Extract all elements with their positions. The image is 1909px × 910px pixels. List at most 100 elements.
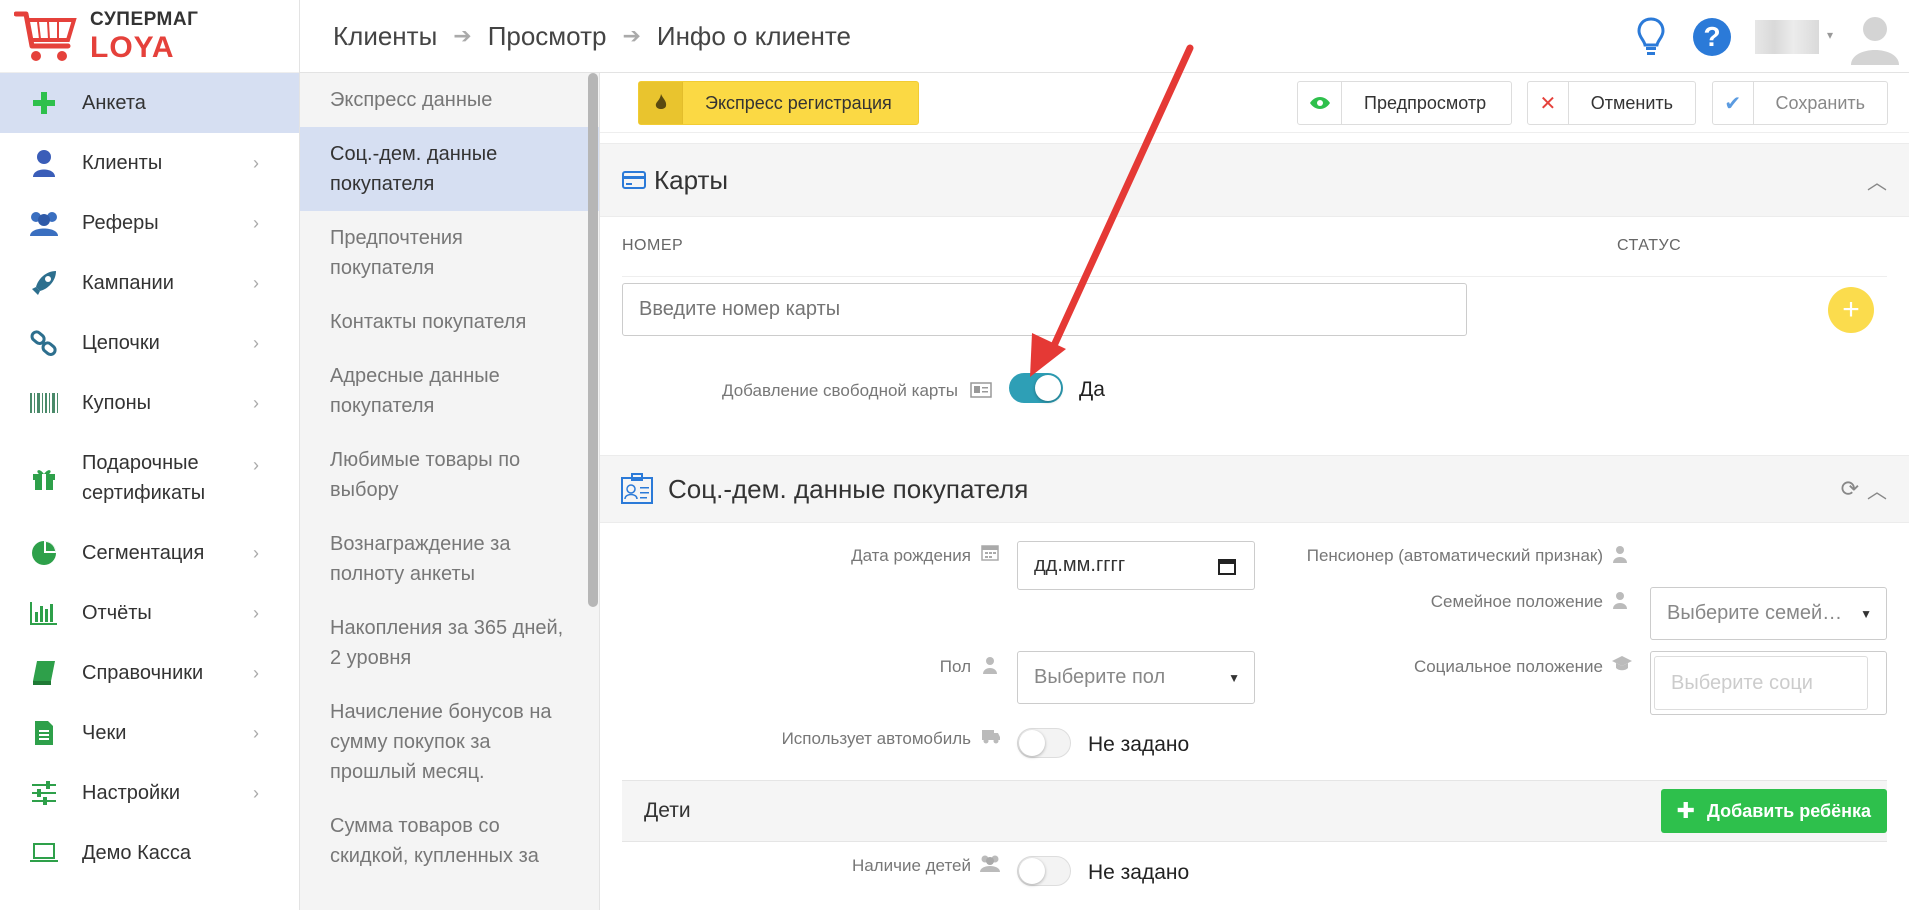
top-header: Клиенты ➔ Просмотр ➔ Инфо о клиенте ?: [300, 0, 1909, 73]
cards-section-header[interactable]: Карты ︿: [600, 143, 1909, 217]
preview-button[interactable]: Предпросмотр: [1297, 81, 1512, 125]
sidebar-item-demo-cash[interactable]: Демо Касса: [0, 823, 299, 883]
sidebar-item-segmentation[interactable]: Сегментация ›: [0, 523, 299, 583]
section-nav-item[interactable]: Контакты покупателя: [300, 295, 599, 349]
refresh-icon[interactable]: ⟳: [1841, 476, 1859, 502]
section-nav-item[interactable]: Предпочтения покупателя: [300, 211, 599, 295]
sidebar-item-campaigns[interactable]: Кампании ›: [0, 253, 299, 313]
lightbulb-icon[interactable]: [1637, 16, 1665, 58]
family-status-label: Семейное положение: [1430, 592, 1603, 611]
cancel-button[interactable]: ✕ Отменить: [1527, 81, 1696, 125]
laptop-icon: [28, 837, 60, 869]
cards-section-title: Карты: [654, 164, 729, 195]
logo-line2: LOYA: [90, 30, 175, 64]
section-nav-item[interactable]: Экспресс данные: [300, 73, 599, 127]
uses-car-value: Не задано: [1088, 733, 1190, 756]
section-nav-item[interactable]: Сумма товаров со скидкой, купленных за: [300, 799, 599, 883]
section-nav-item[interactable]: Начисление бонусов на сумму покупок за п…: [300, 685, 599, 799]
social-status-inner-input[interactable]: Выберите соци: [1654, 656, 1868, 710]
chevron-up-icon[interactable]: ︿: [1867, 475, 1887, 504]
section-nav-item[interactable]: Адресные данные покупателя: [300, 349, 599, 433]
sidebar-item-coupons[interactable]: Купоны ›: [0, 373, 299, 433]
sidebar-item-label: Кампании: [82, 272, 174, 294]
scrollbar[interactable]: [588, 73, 598, 607]
calendar-picker-icon[interactable]: [1218, 557, 1236, 575]
birth-date-input[interactable]: дд.мм.гггг: [1017, 541, 1255, 590]
uses-car-label: Использует автомобиль: [781, 729, 971, 748]
section-nav-item[interactable]: Накопления за 365 дней, 2 уровня: [300, 601, 599, 685]
breadcrumb-item-view[interactable]: Просмотр: [488, 21, 607, 52]
sidebar-item-referrers[interactable]: Реферы ›: [0, 193, 299, 253]
sidebar-item-label: Подарочные сертификаты: [82, 452, 206, 504]
rocket-icon: [28, 267, 60, 299]
user-icon: [1613, 545, 1627, 568]
section-nav-item[interactable]: Вознаграждение за полноту анкеты: [300, 517, 599, 601]
family-status-select[interactable]: Выберите семей… ▼: [1650, 587, 1887, 640]
free-card-toggle[interactable]: [1009, 373, 1063, 403]
caret-down-icon: ▼: [1228, 670, 1240, 685]
add-card-button[interactable]: +: [1828, 287, 1874, 333]
gender-select[interactable]: Выберите пол ▼: [1017, 651, 1255, 704]
express-registration-button[interactable]: Экспресс регистрация: [638, 81, 919, 125]
sidebar-item-label: Отчёты: [82, 602, 152, 624]
barcode-icon: [28, 387, 60, 419]
chevron-right-icon: ›: [253, 542, 259, 563]
section-nav: Экспресс данные Соц.-дем. данные покупат…: [300, 73, 600, 910]
book-icon: [28, 657, 60, 689]
chevron-right-icon: ›: [253, 455, 259, 475]
chevron-right-icon: ›: [253, 662, 259, 683]
caret-down-icon: ▼: [1860, 606, 1872, 621]
sliders-icon: [28, 777, 60, 809]
help-icon[interactable]: ?: [1693, 17, 1731, 56]
user-icon: [983, 656, 997, 679]
col-number: НОМЕР: [622, 237, 684, 254]
sidebar-item-receipts[interactable]: Чеки ›: [0, 703, 299, 763]
sidebar-item-label: Цепочки: [82, 332, 160, 354]
save-button[interactable]: ✔ Сохранить: [1712, 81, 1888, 125]
pie-chart-icon: [28, 537, 60, 569]
add-child-button[interactable]: ✚ Добавить ребёнка: [1660, 789, 1887, 833]
sidebar-item-anketa[interactable]: Анкета: [0, 73, 299, 133]
social-status-select[interactable]: Выберите соци: [1650, 651, 1887, 715]
sidebar-item-clients[interactable]: Клиенты ›: [0, 133, 299, 193]
receipt-icon: [28, 717, 60, 749]
user-icon: [1613, 591, 1627, 614]
logo-line1: СУПЕРМАГ: [90, 8, 199, 30]
uses-car-toggle[interactable]: [1017, 728, 1071, 758]
chevron-right-icon: ›: [253, 212, 259, 233]
sidebar-item-directories[interactable]: Справочники ›: [0, 643, 299, 703]
has-kids-value: Не задано: [1088, 861, 1190, 884]
free-card-label: Добавление свободной карты: [722, 381, 958, 400]
arrow-right-icon: ➔: [453, 23, 472, 48]
sidebar-item-label: Справочники: [82, 662, 204, 684]
cart-logo-icon: [14, 11, 77, 61]
sidebar-item-reports[interactable]: Отчёты ›: [0, 583, 299, 643]
breadcrumb-item-clients[interactable]: Клиенты: [333, 21, 437, 52]
header-actions: ?: [1637, 0, 1909, 73]
sidebar-item-label: Настройки: [82, 782, 181, 804]
logo[interactable]: СУПЕРМАГ LOYA: [0, 0, 299, 73]
free-card-value: Да: [1079, 378, 1105, 401]
socdem-section-header[interactable]: Соц.-дем. данные покупателя ⟳ ︿: [600, 455, 1909, 523]
section-nav-item[interactable]: Любимые товары по выбору: [300, 433, 599, 517]
chevron-right-icon: ›: [253, 722, 259, 743]
chevron-right-icon: ›: [253, 782, 259, 803]
sidebar-item-chains[interactable]: Цепочки ›: [0, 313, 299, 373]
id-badge-icon: [621, 473, 653, 504]
has-kids-toggle[interactable]: [1017, 856, 1071, 886]
user-name-blurred[interactable]: [1755, 19, 1833, 54]
sidebar-item-label: Сегментация: [82, 542, 205, 564]
sidebar-item-settings[interactable]: Настройки ›: [0, 763, 299, 823]
credit-card-icon: [622, 171, 646, 189]
breadcrumb: Клиенты ➔ Просмотр ➔ Инфо о клиенте: [333, 21, 851, 52]
main-content: Карты ︿ НОМЕР СТАТУС + Добавление свобод…: [600, 133, 1909, 910]
card-number-input[interactable]: [622, 283, 1467, 336]
avatar[interactable]: [1847, 9, 1903, 65]
calendar-icon: [981, 543, 999, 566]
sidebar-item-gift-certificates[interactable]: Подарочные сертификаты ›: [0, 433, 299, 523]
chevron-up-icon[interactable]: ︿: [1867, 166, 1887, 195]
sidebar-item-label: Демо Касса: [82, 842, 191, 864]
chevron-right-icon: ›: [253, 272, 259, 293]
section-nav-item[interactable]: Соц.-дем. данные покупателя: [300, 127, 599, 211]
chevron-right-icon: ›: [253, 392, 259, 413]
